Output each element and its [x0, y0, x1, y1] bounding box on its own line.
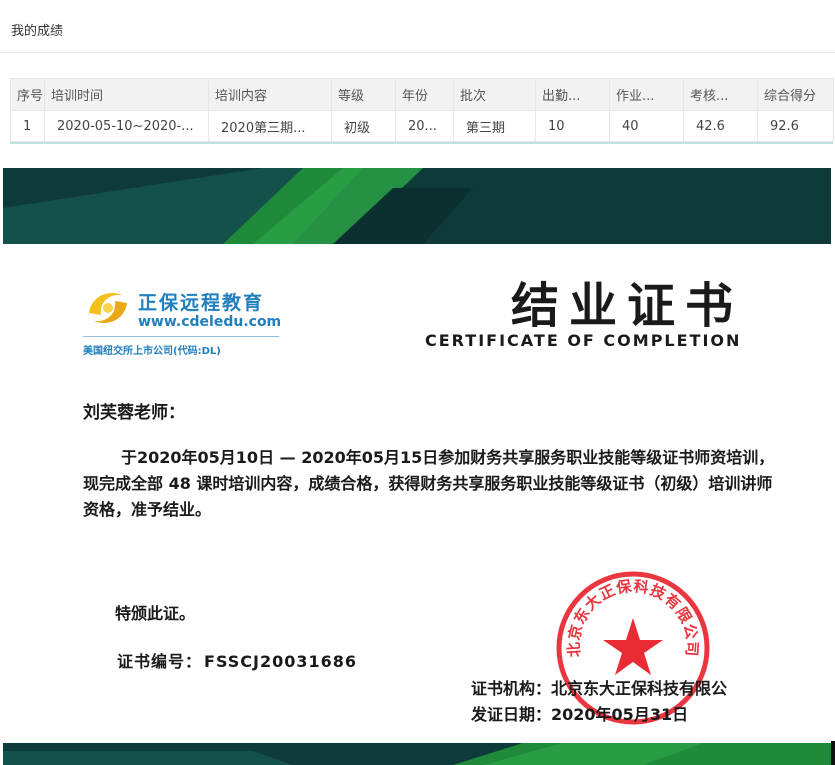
certificate-top-band: [3, 168, 831, 244]
title-divider: [0, 52, 835, 53]
col-header-year[interactable]: 年份: [395, 78, 454, 111]
table-row[interactable]: 1 2020-05-10~2020-... 2020第三期... 初级 20..…: [10, 110, 834, 142]
certificate-bottom-band: [3, 743, 831, 765]
logo-url: www.cdeledu.com: [138, 314, 282, 330]
cell-year: 20...: [395, 110, 454, 142]
cell-training-time: 2020-05-10~2020-...: [44, 110, 209, 142]
issuer-value: 北京东大正保科技有限公: [551, 679, 728, 698]
certificate-number-label: 证书编号：: [117, 652, 203, 671]
col-header-index[interactable]: 序号: [10, 78, 45, 111]
issue-date-label: 发证日期：: [471, 705, 552, 724]
col-header-training-time[interactable]: 培训时间: [44, 78, 209, 111]
certificate-subtitle: CERTIFICATE OF COMPLETION: [425, 331, 742, 350]
col-header-training-content[interactable]: 培训内容: [208, 78, 332, 111]
certificate-number-value: FSSCJ20031686: [204, 652, 358, 671]
col-header-assessment[interactable]: 考核...: [683, 78, 758, 111]
logo-mark-icon: [89, 293, 127, 323]
cell-homework: 40: [609, 110, 684, 142]
logo-divider: [83, 336, 279, 337]
col-header-attendance[interactable]: 出勤...: [535, 78, 610, 111]
table-underline: [10, 142, 833, 144]
certificate-recipient: 刘芙蓉老师：: [83, 403, 185, 423]
certificate-issue-date: 发证日期：2020年05月31日: [471, 701, 688, 725]
cell-level: 初级: [331, 110, 396, 142]
page-title: 我的成绩: [11, 24, 64, 39]
certificate-body: 于2020年05月10日 — 2020年05月15日参加财务共享服务职业技能等级…: [83, 448, 775, 519]
issue-date-value: 2020年05月31日: [551, 705, 689, 724]
right-edge-bar: [831, 741, 835, 765]
certificate-issuer: 证书机构：北京东大正保科技有限公: [471, 675, 727, 699]
issuer-label: 证书机构：: [471, 679, 552, 698]
certificate-number: 证书编号： FSSCJ20031686: [115, 648, 357, 672]
certificate-title: 结业证书: [511, 278, 744, 334]
col-header-level[interactable]: 等级: [331, 78, 396, 111]
cell-attendance: 10: [535, 110, 610, 142]
cell-batch: 第三期: [453, 110, 536, 142]
col-header-homework[interactable]: 作业...: [609, 78, 684, 111]
logo-name: 正保远程教育: [138, 292, 265, 314]
scores-table: 序号 培训时间 培训内容 等级 年份 批次 出勤... 作业... 考核... …: [10, 78, 834, 142]
certificate-special-note: 特颁此证。: [115, 604, 196, 623]
table-header-row: 序号 培训时间 培训内容 等级 年份 批次 出勤... 作业... 考核... …: [10, 78, 834, 111]
certificate-image: 正保远程教育 www.cdeledu.com 美国纽交所上市公司(代码:DL) …: [3, 168, 831, 765]
col-header-batch[interactable]: 批次: [453, 78, 536, 111]
cell-assessment: 42.6: [683, 110, 758, 142]
scores-table-container: 序号 培训时间 培训内容 等级 年份 批次 出勤... 作业... 考核... …: [10, 78, 834, 144]
logo-subtitle: 美国纽交所上市公司(代码:DL): [83, 346, 221, 357]
cell-total-score: 92.6: [757, 110, 834, 142]
cell-training-content: 2020第三期...: [208, 110, 332, 142]
col-header-total-score[interactable]: 综合得分: [757, 78, 834, 111]
cdeledu-logo: 正保远程教育 www.cdeledu.com 美国纽交所上市公司(代码:DL): [83, 283, 293, 363]
cell-index: 1: [10, 110, 45, 142]
